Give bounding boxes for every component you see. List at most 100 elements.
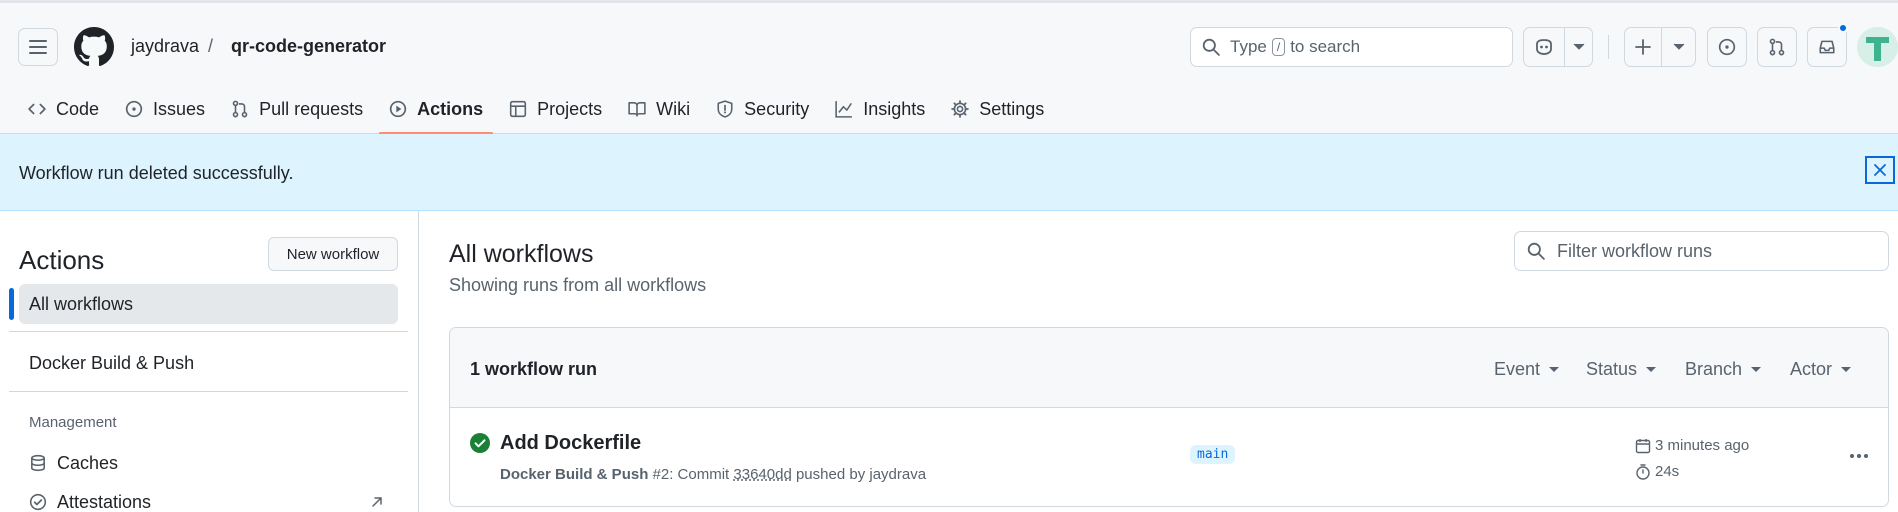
- inbox-icon: [1819, 40, 1835, 54]
- search-input[interactable]: Type / to search: [1190, 27, 1513, 67]
- close-icon: [1874, 164, 1886, 176]
- gear-icon: [951, 100, 970, 118]
- run-duration: 24s: [1635, 463, 1679, 480]
- run-timestamp: 3 minutes ago: [1635, 437, 1749, 454]
- tab-settings[interactable]: Settings: [941, 91, 1054, 127]
- run-duration-text: 24s: [1655, 463, 1680, 480]
- github-logo-icon[interactable]: [74, 27, 114, 67]
- tab-label: Projects: [537, 98, 603, 119]
- run-pushed-by: pushed by jaydrava: [795, 466, 927, 483]
- actions-sidebar: Actions New workflow All workflows Docke…: [0, 211, 419, 512]
- create-new-button[interactable]: [1624, 27, 1662, 67]
- tab-label: Code: [56, 98, 100, 119]
- sidebar-title: Actions: [19, 245, 105, 275]
- tab-security[interactable]: Security: [706, 91, 819, 127]
- pull-request-icon: [1769, 38, 1785, 56]
- success-check-icon: [470, 433, 490, 453]
- sidebar-item-label: Docker Build & Push: [29, 352, 195, 373]
- flash-message: Workflow run deleted successfully.: [19, 163, 294, 183]
- sidebar-item-label: Caches: [57, 452, 119, 473]
- sidebar-item-caches[interactable]: Caches: [29, 450, 118, 476]
- workflow-runs-list: 1 workflow run Event Status Branch Actor…: [449, 327, 1889, 507]
- page-title: All workflows: [449, 240, 594, 268]
- branch-filter-dropdown[interactable]: Branch: [1685, 359, 1762, 380]
- issues-button[interactable]: [1707, 27, 1747, 67]
- divider: [9, 391, 408, 392]
- tab-label: Issues: [153, 98, 206, 119]
- run-actions-menu-button[interactable]: [1844, 444, 1874, 468]
- run-workflow-name: Docker Build & Push: [500, 466, 649, 483]
- tab-label: Settings: [979, 98, 1045, 119]
- kebab-horizontal-icon: [1850, 454, 1868, 458]
- divider: [1608, 35, 1609, 59]
- new-workflow-button[interactable]: New workflow: [268, 237, 398, 271]
- issue-icon: [1718, 38, 1736, 56]
- copilot-button[interactable]: [1523, 27, 1565, 67]
- copilot-icon: [1536, 39, 1552, 55]
- run-title-link[interactable]: Add Dockerfile: [500, 432, 641, 455]
- issue-icon: [125, 100, 143, 118]
- status-filter-dropdown[interactable]: Status: [1586, 359, 1657, 380]
- search-prefix: Type: [1230, 37, 1267, 56]
- tab-code[interactable]: Code: [18, 91, 109, 127]
- page-subtitle: Showing runs from all workflows: [449, 275, 707, 295]
- tab-projects[interactable]: Projects: [499, 91, 612, 127]
- tab-wiki[interactable]: Wiki: [618, 91, 700, 127]
- sidebar-item-attestations[interactable]: Attestations: [29, 489, 151, 512]
- calendar-icon: [1635, 438, 1651, 453]
- tab-issues[interactable]: Issues: [115, 91, 215, 127]
- pull-requests-button[interactable]: [1757, 27, 1797, 67]
- run-number: #2: Commit: [652, 466, 730, 483]
- database-icon: [31, 454, 45, 472]
- breadcrumb-repo[interactable]: qr-code-generator: [231, 36, 386, 57]
- menu-button[interactable]: [18, 28, 58, 66]
- tab-label: Insights: [863, 98, 926, 119]
- actor-filter-dropdown[interactable]: Actor: [1790, 359, 1852, 380]
- search-icon: [1527, 242, 1545, 260]
- filter-label: Status: [1586, 359, 1638, 379]
- sidebar-item-label: All workflows: [29, 293, 134, 314]
- avatar[interactable]: [1857, 27, 1898, 67]
- chevron-down-icon: [1549, 366, 1560, 372]
- commit-sha-link[interactable]: 33640dd: [733, 466, 791, 483]
- filter-runs-input[interactable]: Filter workflow runs: [1514, 231, 1889, 271]
- tab-insights[interactable]: Insights: [825, 91, 935, 127]
- filter-label: Actor: [1790, 359, 1833, 379]
- hamburger-icon: [29, 40, 47, 54]
- branch-badge[interactable]: main: [1190, 445, 1236, 464]
- run-meta: Docker Build & Push #2: Commit 33640dd p…: [500, 466, 926, 483]
- pull-request-icon: [232, 100, 248, 118]
- chevron-down-icon: [1646, 366, 1657, 372]
- copilot-menu-button[interactable]: [1565, 27, 1593, 67]
- flash-close-button[interactable]: [1865, 156, 1895, 184]
- code-icon: [28, 103, 46, 115]
- user-avatar-icon: [1857, 27, 1898, 67]
- event-filter-dropdown[interactable]: Event: [1494, 359, 1560, 380]
- tab-pull-requests[interactable]: Pull requests: [221, 91, 373, 127]
- filter-placeholder: Filter workflow runs: [1557, 240, 1713, 261]
- graph-icon: [835, 101, 853, 118]
- runs-count: 1 workflow run: [470, 359, 598, 379]
- tab-label: Security: [744, 98, 810, 119]
- verified-icon: [29, 493, 47, 511]
- sidebar-item-all-workflows[interactable]: All workflows: [19, 284, 398, 324]
- book-icon: [628, 102, 646, 117]
- flash-banner: Workflow run deleted successfully.: [0, 134, 1898, 211]
- filter-label: Event: [1494, 359, 1541, 379]
- sidebar-item-docker-build-push[interactable]: Docker Build & Push: [19, 343, 398, 383]
- plus-icon: [1635, 39, 1651, 55]
- repo-nav: Code Issues Pull requests Actions Projec…: [18, 91, 1060, 135]
- search-shortcut-key: /: [1271, 38, 1286, 56]
- chevron-down-icon: [1751, 366, 1762, 372]
- global-header: jaydrava / qr-code-generator Type / to s…: [0, 0, 1898, 135]
- create-new-menu-button[interactable]: [1662, 27, 1696, 67]
- external-link-icon: [372, 497, 382, 507]
- inbox-button[interactable]: [1807, 27, 1847, 67]
- chevron-down-icon: [1673, 43, 1684, 50]
- tab-label: Wiki: [656, 98, 691, 119]
- runs-header: 1 workflow run Event Status Branch Actor: [450, 328, 1888, 408]
- stopwatch-icon: [1636, 463, 1650, 480]
- breadcrumb-owner[interactable]: jaydrava: [131, 36, 199, 57]
- search-icon: [1202, 38, 1220, 56]
- tab-actions[interactable]: Actions: [379, 91, 494, 135]
